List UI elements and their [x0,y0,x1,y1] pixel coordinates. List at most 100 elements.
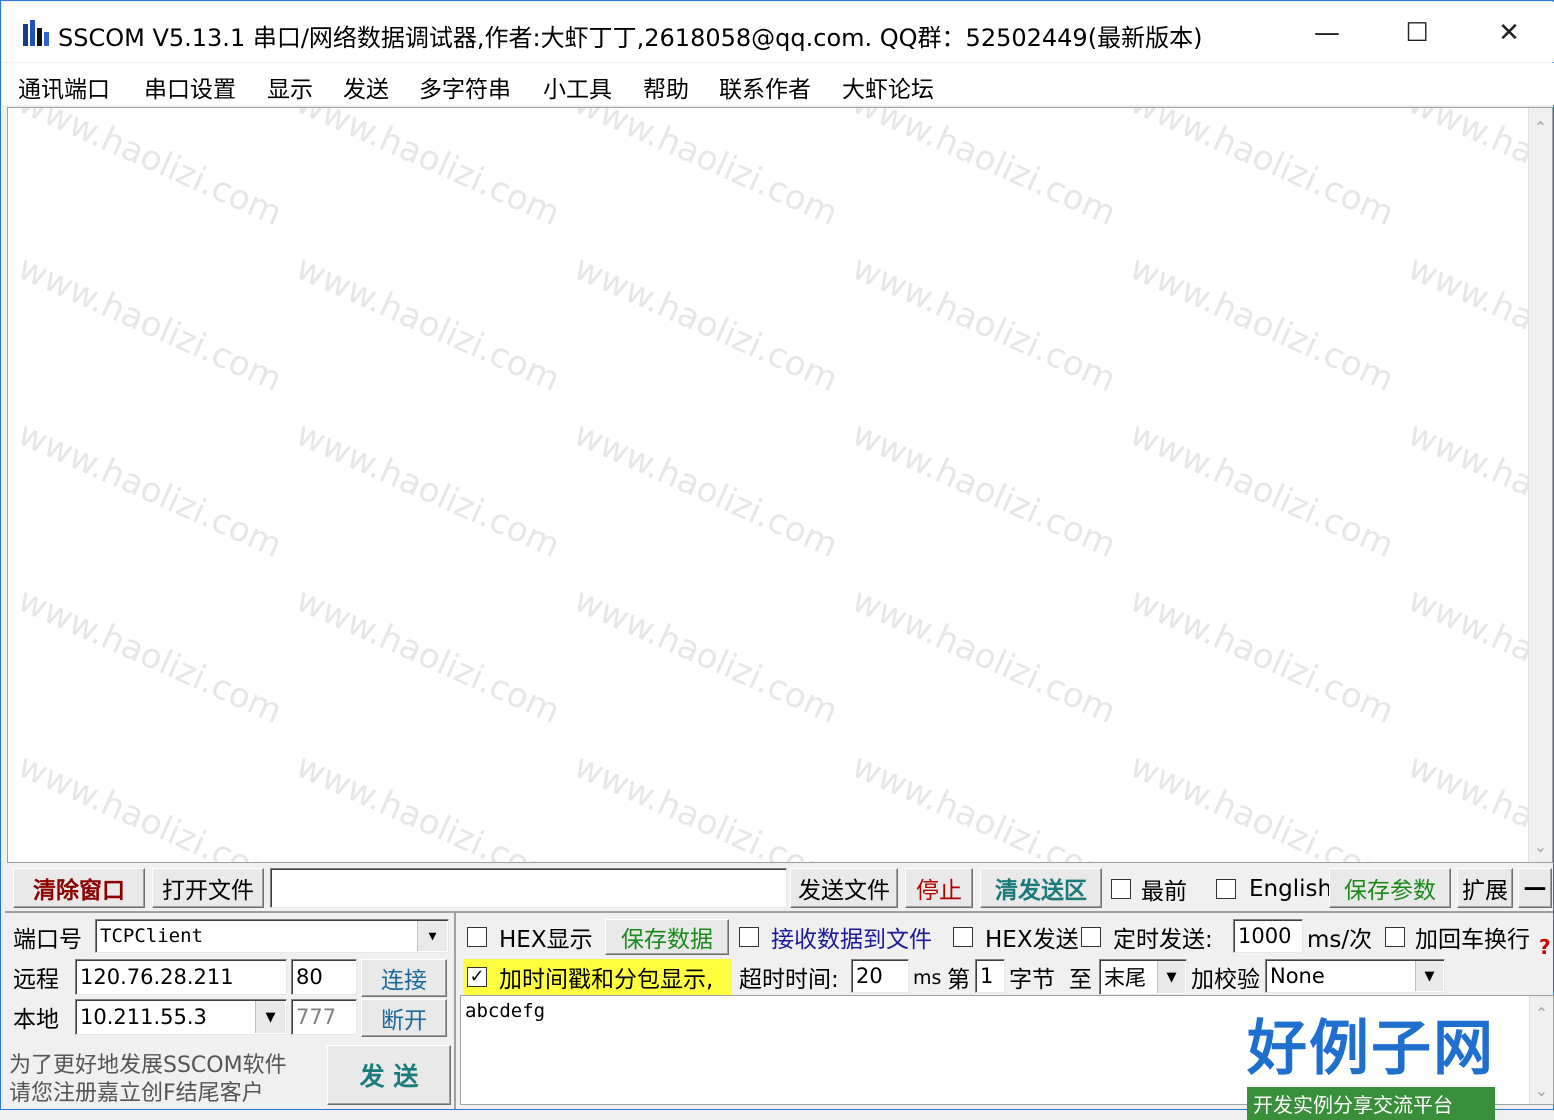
timeout-label: 超时时间: [739,967,839,993]
remote-port-input[interactable]: 80 [291,959,357,995]
menu-item-multi-string[interactable]: 多字符串 [419,70,511,104]
watermark-text: www.haolizi.com [290,413,566,567]
minimize-button[interactable]: — [1282,6,1372,60]
timeout-input[interactable]: 20 [851,959,909,993]
stop-button[interactable]: 停止 [905,868,973,908]
disconnect-button[interactable]: 断开 [361,999,447,1037]
save-params-button[interactable]: 保存参数 [1329,868,1451,908]
minimize-icon: — [1314,18,1340,48]
send-button[interactable]: 发 送 [327,1045,451,1105]
watermark-text: www.haolizi.com [12,107,288,235]
watermark-text: www.haolizi.com [568,579,844,733]
watermark-text: www.haolizi.com [568,745,844,863]
connect-button[interactable]: 连接 [361,959,447,997]
watermark-text: www.haolizi.com [290,745,566,863]
port-value: TCPClient [100,925,203,947]
topmost-checkbox[interactable] [1111,879,1131,899]
app-icon [23,20,49,46]
scroll-down-icon[interactable]: ⌄ [1530,1081,1553,1100]
interval-unit-label: ms/次 [1307,927,1373,953]
chevron-down-icon[interactable]: ▼ [1157,961,1185,993]
logo-main-text: 好例子网 [1247,1014,1495,1084]
checksum-select[interactable]: None ▼ [1265,959,1445,993]
menu-item-forum[interactable]: 大虾论坛 [842,70,934,104]
local-ip-select[interactable]: 10.211.55.3 ▼ [75,999,287,1035]
file-path-input[interactable] [270,868,787,908]
timed-send-checkbox[interactable] [1081,927,1101,947]
save-data-button[interactable]: 保存数据 [605,919,729,955]
watermark-layer: www.haolizi.com www.haolizi.com www.haoliz… [8,107,1552,863]
send-scrollbar[interactable]: ⌃ ⌄ [1529,996,1553,1104]
watermark-text: www.haolizi.com [1124,413,1400,567]
hex-display-checkbox[interactable] [467,927,487,947]
menu-item-help[interactable]: 帮助 [643,70,689,104]
watermark-text: www.haolizi.com [12,745,288,863]
byte-suffix-label: 字节 [1009,967,1055,993]
divider [5,911,1553,913]
menu-item-comm-port[interactable]: 通讯端口 [18,70,110,104]
watermark-text: www.haolizi.com [12,579,288,733]
hex-display-label: HEX显示 [499,927,593,953]
watermark-text: www.haolizi.com [1124,579,1400,733]
hex-send-checkbox[interactable] [953,927,973,947]
help-icon[interactable]: ? [1539,935,1551,959]
scroll-up-icon[interactable]: ⌃ [1529,118,1552,137]
port-select[interactable]: TCPClient ▼ [95,919,449,953]
watermark-text: www.haolizi.com [568,107,844,235]
recv-to-file-label[interactable]: 接收数据到文件 [771,919,932,955]
menu-item-send[interactable]: 发送 [343,70,389,104]
promo-line-2: 请您注册嘉立创F结尾客户 [9,1081,264,1106]
timestamp-label: 加时间戳和分包显示, [499,967,714,993]
port-label: 端口号 [13,927,82,953]
watermark-text: www.haolizi.com [846,107,1122,235]
append-crlf-checkbox[interactable] [1385,927,1405,947]
end-select[interactable]: 末尾 ▼ [1099,959,1187,995]
recv-to-file-checkbox[interactable] [739,927,759,947]
timestamp-checkbox[interactable]: ✓ [467,967,487,987]
watermark-text: www.haolizi.com [846,745,1122,863]
menu-item-contact-author[interactable]: 联系作者 [719,70,811,104]
watermark-logo: 好例子网 开发实例分享交流平台 [1247,1000,1495,1120]
open-file-button[interactable]: 打开文件 [152,868,264,908]
english-label: English [1249,876,1333,902]
close-button[interactable]: ✕ [1464,6,1554,60]
chevron-down-icon[interactable]: ▼ [255,1001,285,1033]
watermark-text: www.haolizi.com [846,579,1122,733]
checksum-value: None [1270,964,1325,988]
remote-ip-input[interactable]: 120.76.28.211 [75,959,287,995]
clear-send-area-button[interactable]: 清发送区 [980,868,1102,908]
local-port-input[interactable]: 777 [291,999,357,1035]
timed-send-label: 定时发送: [1113,927,1213,953]
maximize-button[interactable]: ☐ [1372,6,1462,60]
receive-scrollbar[interactable]: ⌃ ⌄ [1528,108,1552,862]
chevron-down-icon[interactable]: ▼ [417,921,447,951]
menu-item-tools[interactable]: 小工具 [543,70,612,104]
chevron-down-icon[interactable]: ▼ [1415,961,1443,991]
menu-item-serial-settings[interactable]: 串口设置 [144,70,236,104]
collapse-button[interactable]: — [1518,868,1552,908]
end-value: 末尾 [1104,966,1146,990]
scroll-down-icon[interactable]: ⌄ [1529,837,1552,856]
maximize-icon: ☐ [1405,18,1429,48]
byte-index-input[interactable]: 1 [975,959,1005,993]
to-label: 至 [1069,967,1092,993]
send-file-button[interactable]: 发送文件 [790,868,898,908]
watermark-text: www.haolizi.com [290,579,566,733]
window-title: SSCOM V5.13.1 串口/网络数据调试器,作者:大虾丁丁,2618058… [58,24,1203,52]
watermark-text: www.haolizi.com [290,107,566,235]
clear-window-button[interactable]: 清除窗口 [13,868,145,908]
send-text-area[interactable]: abcdefg 好例子网 开发实例分享交流平台 ⌃ ⌄ [460,995,1554,1120]
local-label: 本地 [13,1007,59,1033]
byte-prefix-label: 第 [947,967,970,993]
receive-area[interactable]: www.haolizi.com www.haolizi.com www.haoliz… [7,107,1553,863]
main-window: SSCOM V5.13.1 串口/网络数据调试器,作者:大虾丁丁,2618058… [0,0,1554,1120]
scroll-up-icon[interactable]: ⌃ [1530,1004,1553,1023]
watermark-text: www.haolizi.com [1124,247,1400,401]
append-crlf-label: 加回车换行 [1415,927,1530,953]
send-text-content: abcdefg [465,1000,546,1022]
interval-input[interactable]: 1000 [1233,919,1303,953]
english-checkbox[interactable] [1216,879,1236,899]
expand-button[interactable]: 扩展 [1457,868,1513,908]
local-ip-value: 10.211.55.3 [80,1005,207,1029]
menu-item-display[interactable]: 显示 [267,70,313,104]
